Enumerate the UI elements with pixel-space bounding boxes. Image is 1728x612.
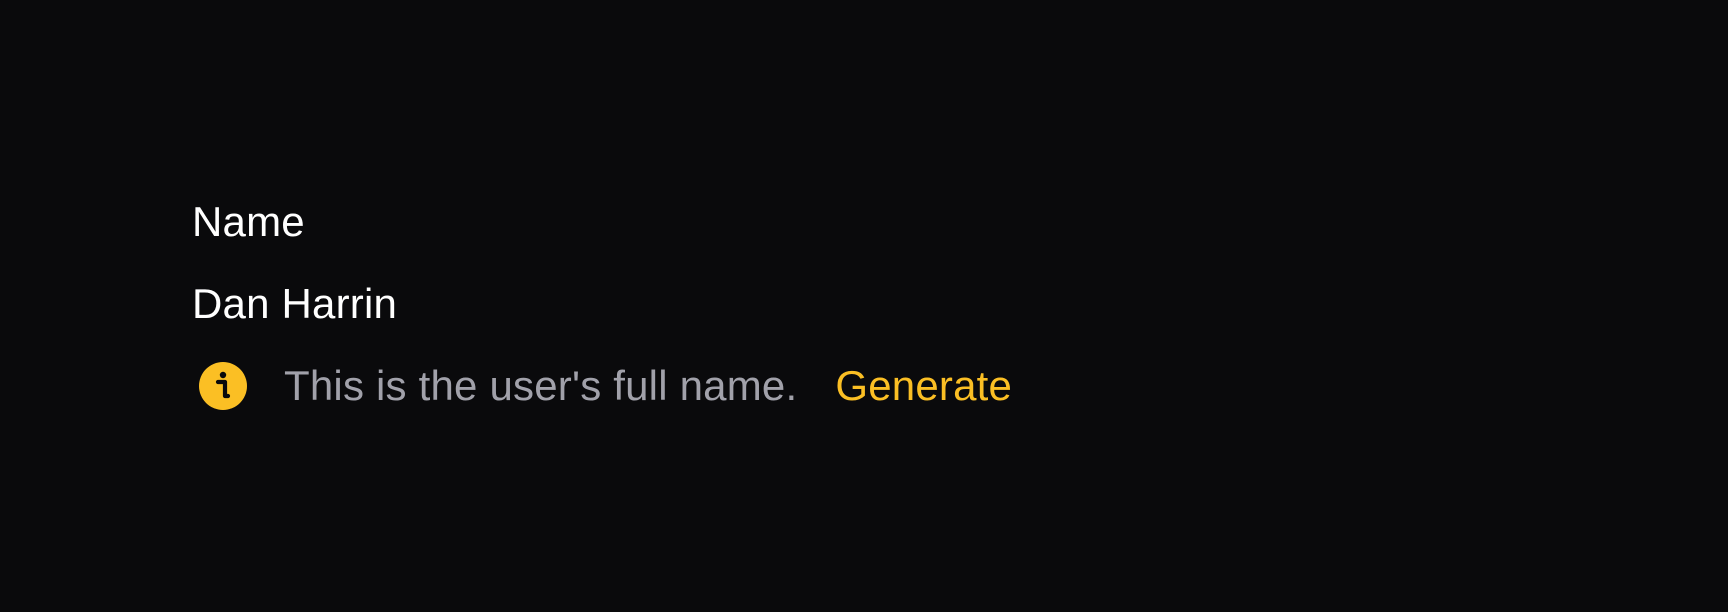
entry-value: Dan Harrin	[192, 280, 398, 327]
hint-row: This is the user's full name. Generate	[192, 356, 1012, 416]
text-entry: Name Dan Harrin This is the user's full …	[192, 192, 1012, 416]
info-circle-icon	[198, 361, 248, 411]
generate-link[interactable]: Generate	[835, 356, 1012, 416]
hint-text: This is the user's full name.	[284, 362, 798, 409]
entry-label: Name	[192, 198, 305, 245]
